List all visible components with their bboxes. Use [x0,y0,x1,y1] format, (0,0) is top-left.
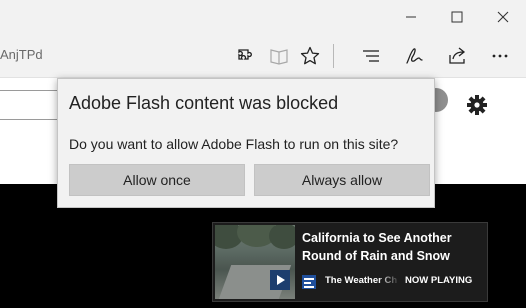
source-fade [378,272,400,290]
allow-once-button[interactable]: Allow once [69,164,245,196]
search-input[interactable] [0,90,60,120]
reading-view-icon [270,49,288,65]
address-bar-url[interactable]: AnjTPd [0,47,43,62]
web-note-button[interactable] [400,42,428,70]
maximize-button[interactable] [434,0,480,34]
dialog-question: Do you want to allow Adobe Flash to run … [69,136,399,152]
hub-button[interactable] [357,42,385,70]
news-headline[interactable]: California to See Another Round of Rain … [302,229,484,265]
hub-icon [363,50,379,62]
favorites-star-icon [300,46,320,65]
favorites-button[interactable] [296,42,324,70]
reading-view-button[interactable] [265,42,293,70]
browser-toolbar: AnjTPd [0,34,526,78]
share-button[interactable] [443,42,471,70]
close-button[interactable] [480,0,526,34]
close-icon [497,11,509,23]
play-button[interactable] [270,270,290,290]
minimize-icon [406,16,416,18]
minimize-button[interactable] [388,0,434,34]
more-button[interactable] [486,42,514,70]
dialog-title: Adobe Flash content was blocked [69,93,339,113]
settings-button[interactable] [466,94,488,116]
maximize-icon [451,11,463,23]
always-allow-button[interactable]: Always allow [254,164,430,196]
flash-blocked-dialog: Adobe Flash content was blocked Do you w… [57,78,435,208]
now-playing-status: NOW PLAYING [405,275,473,286]
play-icon [277,275,285,285]
extensions-icon [238,49,252,60]
gear-icon [467,95,487,115]
toolbar-separator [333,44,334,68]
title-bar [0,0,526,34]
more-icon [492,54,508,58]
extensions-button[interactable] [231,42,259,70]
weather-channel-logo [302,275,316,289]
share-icon [449,47,466,64]
web-note-icon [406,48,423,64]
